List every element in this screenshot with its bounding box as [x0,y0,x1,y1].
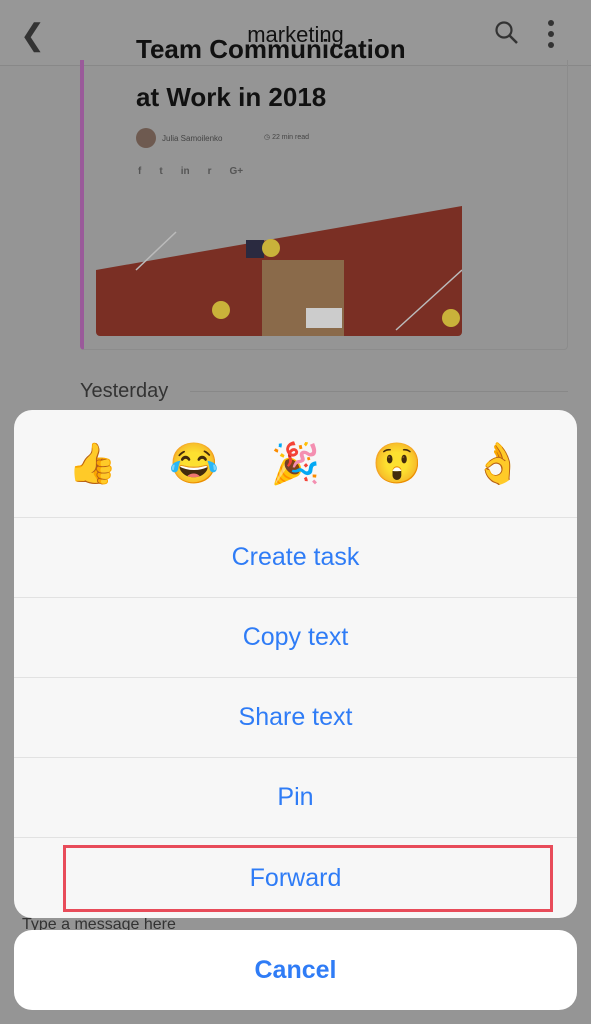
search-icon[interactable] [494,20,520,46]
laughing-reaction[interactable]: 😂 [169,440,219,487]
create-task-button[interactable]: Create task [14,518,577,598]
article-title: Team Communication at Work in 2018 [136,34,406,112]
forward-button[interactable]: Forward [14,838,577,918]
avatar [136,128,156,148]
article-author: Julia Samoilenko [136,128,222,148]
article-preview-card[interactable]: Team Communication at Work in 2018 Julia… [80,34,568,350]
facebook-icon[interactable]: f [138,166,141,177]
astonished-reaction[interactable]: 😲 [372,440,422,487]
reaction-row: 👍 😂 🎉 😲 👌 [14,410,577,518]
copy-text-button[interactable]: Copy text [14,598,577,678]
party-popper-reaction[interactable]: 🎉 [271,440,321,487]
message-actions-sheet: 👍 😂 🎉 😲 👌 Create task Copy text Share te… [14,410,577,918]
social-icons: f t in r G+ [138,166,243,177]
twitter-icon[interactable]: t [159,166,162,177]
linkedin-icon[interactable]: in [181,166,190,177]
share-text-button[interactable]: Share text [14,678,577,758]
thumbs-up-reaction[interactable]: 👍 [68,440,118,487]
read-time: ◷ 22 min read [264,134,310,141]
cancel-button[interactable]: Cancel [14,930,577,1010]
more-vertical-icon[interactable] [546,18,556,50]
date-divider: Yesterday [80,380,169,402]
ok-hand-reaction[interactable]: 👌 [473,440,523,487]
divider-line [190,391,568,392]
article-illustration [96,206,462,336]
reddit-icon[interactable]: r [208,166,212,177]
google-plus-icon[interactable]: G+ [229,166,243,177]
pin-button[interactable]: Pin [14,758,577,838]
